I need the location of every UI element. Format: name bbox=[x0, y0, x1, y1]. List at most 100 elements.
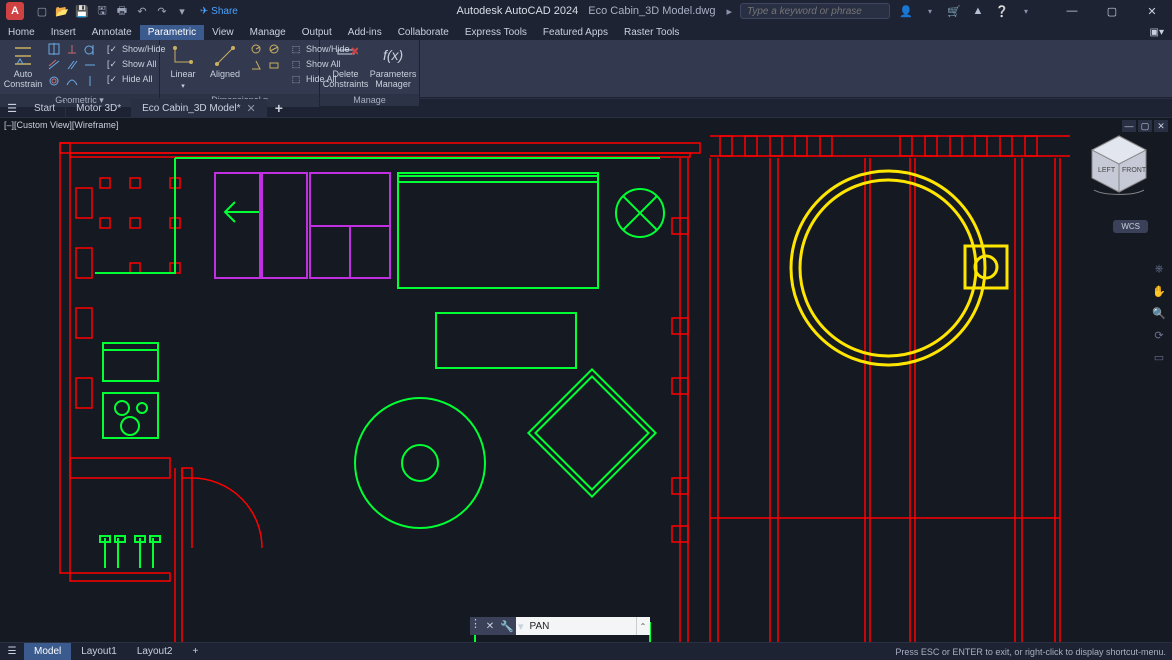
filetab-close-icon[interactable]: ✕ bbox=[247, 102, 256, 115]
qat-save-icon[interactable]: 💾 bbox=[74, 3, 90, 19]
drawing-canvas[interactable] bbox=[0, 118, 1172, 642]
tab-expresstools[interactable]: Express Tools bbox=[457, 25, 535, 40]
command-prompt-caret-icon: ▾ bbox=[516, 617, 526, 635]
delete-constraints-button[interactable]: Delete Constraints bbox=[324, 42, 367, 92]
search-caret-icon[interactable]: ▸ bbox=[726, 5, 732, 18]
vertical-icon[interactable] bbox=[82, 74, 98, 88]
aligned-label: Aligned bbox=[210, 70, 240, 80]
linear-button[interactable]: Linear ▾ bbox=[164, 42, 202, 92]
concentric-icon[interactable] bbox=[46, 74, 62, 88]
navigation-bar: ⎈ ✋ 🔍 ⟳ ▭ bbox=[1148, 260, 1170, 366]
horizontal-icon[interactable] bbox=[82, 58, 98, 72]
filetab-start-label: Start bbox=[34, 103, 55, 114]
wcs-badge[interactable]: WCS bbox=[1113, 220, 1148, 233]
tab-view[interactable]: View bbox=[204, 25, 242, 40]
status-bar: ☰ Model Layout1 Layout2 + Press ESC or E… bbox=[0, 642, 1172, 660]
layer-windows bbox=[215, 173, 390, 278]
viewport-close-button[interactable]: ✕ bbox=[1154, 120, 1168, 132]
tab-output[interactable]: Output bbox=[294, 25, 340, 40]
viewcube[interactable]: LEFT FRONT bbox=[1084, 130, 1154, 200]
qat-new-icon[interactable]: ▢ bbox=[34, 3, 50, 19]
filetab-motor3d[interactable]: Motor 3D* bbox=[66, 99, 132, 117]
dim-convert-icon[interactable] bbox=[266, 58, 282, 72]
filetab-add-button[interactable]: + bbox=[267, 100, 291, 116]
title-text: Autodesk AutoCAD 2024 Eco Cabin_3D Model… bbox=[457, 5, 716, 17]
maximize-button[interactable]: ▢ bbox=[1092, 0, 1132, 22]
tab-insert[interactable]: Insert bbox=[43, 25, 84, 40]
command-history-dropdown[interactable]: ⌃ bbox=[636, 617, 650, 635]
filetabs-menu-icon[interactable]: ☰ bbox=[0, 102, 24, 115]
showhide-icon: [✓ bbox=[106, 43, 118, 55]
qat-saveas-icon[interactable]: 🖫 bbox=[94, 3, 110, 19]
parallel-icon[interactable] bbox=[64, 58, 80, 72]
signin-caret-icon[interactable]: ▾ bbox=[922, 3, 938, 19]
nav-showmotion-icon[interactable]: ▭ bbox=[1150, 348, 1168, 366]
dim-showall-icon: ⬚ bbox=[290, 58, 302, 70]
tab-featuredapps[interactable]: Featured Apps bbox=[535, 25, 616, 40]
perpendicular-icon[interactable] bbox=[64, 42, 80, 56]
smooth-icon[interactable] bbox=[64, 74, 80, 88]
command-input[interactable] bbox=[526, 617, 636, 635]
layouttabs-menu-icon[interactable]: ☰ bbox=[0, 646, 24, 657]
qat-open-icon[interactable]: 📂 bbox=[54, 3, 70, 19]
auto-constrain-button[interactable]: Auto Constrain bbox=[4, 42, 42, 92]
dim-constraints-grid bbox=[248, 42, 282, 72]
qat-redo-icon[interactable]: ↷ bbox=[154, 3, 170, 19]
dim-radius-icon[interactable] bbox=[248, 42, 264, 56]
auto-constrain-label: Auto Constrain bbox=[4, 70, 43, 90]
layer-furniture bbox=[95, 158, 664, 642]
tab-manage[interactable]: Manage bbox=[242, 25, 294, 40]
aligned-button[interactable]: Aligned bbox=[206, 42, 244, 82]
tab-rastertools[interactable]: Raster Tools bbox=[616, 25, 687, 40]
geo-showhide-label: Show/Hide bbox=[122, 44, 166, 54]
minimize-button[interactable]: — bbox=[1052, 0, 1092, 22]
qat-plot-icon[interactable]: 🖶 bbox=[114, 3, 130, 19]
nav-orbit-icon[interactable]: ⟳ bbox=[1150, 326, 1168, 344]
tab-home[interactable]: Home bbox=[0, 25, 43, 40]
coincident-icon[interactable] bbox=[46, 42, 62, 56]
parameters-manager-label: Parameters Manager bbox=[370, 70, 417, 90]
close-button[interactable]: ✕ bbox=[1132, 0, 1172, 22]
layout-tab-model[interactable]: Model bbox=[24, 643, 71, 660]
app-store-icon[interactable]: 🛒 bbox=[946, 3, 962, 19]
tab-addins[interactable]: Add-ins bbox=[340, 25, 390, 40]
viewport-label[interactable]: [–][Custom View][Wireframe] bbox=[4, 120, 118, 130]
layout-tab-add[interactable]: + bbox=[182, 643, 208, 660]
dim-angular-icon[interactable] bbox=[248, 58, 264, 72]
nav-pan-icon[interactable]: ✋ bbox=[1150, 282, 1168, 300]
tangent-icon[interactable] bbox=[82, 42, 98, 56]
search-input[interactable] bbox=[740, 3, 890, 19]
share-button[interactable]: ✈ Share bbox=[200, 6, 238, 17]
signin-icon[interactable]: 👤 bbox=[898, 3, 914, 19]
layer-walls bbox=[60, 136, 1070, 642]
ribbon-collapse-icon[interactable]: ▣▾ bbox=[1142, 25, 1172, 40]
quick-access-toolbar: ▢ 📂 💾 🖫 🖶 ↶ ↷ ▾ ✈ Share bbox=[34, 3, 238, 19]
qat-dropdown-icon[interactable]: ▾ bbox=[174, 3, 190, 19]
layout-tab-layout2[interactable]: Layout2 bbox=[127, 643, 183, 660]
filetab-ecocabin[interactable]: Eco Cabin_3D Model*✕ bbox=[132, 99, 267, 117]
command-close-icon[interactable]: ✕ bbox=[482, 617, 498, 635]
nav-wheel-icon[interactable]: ⎈ bbox=[1150, 260, 1168, 278]
title-bar: A ▢ 📂 💾 🖫 🖶 ↶ ↷ ▾ ✈ Share Autodesk AutoC… bbox=[0, 0, 1172, 22]
linear-caret-icon: ▾ bbox=[181, 82, 185, 90]
autodesk-icon[interactable]: ▲ bbox=[970, 3, 986, 19]
command-drag-handle[interactable]: ⋮⋮ bbox=[470, 617, 482, 635]
nav-zoom-icon[interactable]: 🔍 bbox=[1150, 304, 1168, 322]
qat-undo-icon[interactable]: ↶ bbox=[134, 3, 150, 19]
command-wrench-icon[interactable]: 🔧 bbox=[498, 617, 516, 635]
help-caret-icon[interactable]: ▾ bbox=[1018, 3, 1034, 19]
parameters-manager-button[interactable]: f(x) Parameters Manager bbox=[371, 42, 415, 92]
tab-parametric[interactable]: Parametric bbox=[140, 25, 204, 40]
viewcube-front-label: FRONT bbox=[1122, 167, 1147, 174]
panel-dimensional: Linear ▾ Aligned ⬚Show/Hide ⬚Show All ⬚H… bbox=[160, 40, 320, 97]
help-icon[interactable]: ❔ bbox=[994, 3, 1010, 19]
layout-tab-layout1[interactable]: Layout1 bbox=[71, 643, 127, 660]
filetab-start[interactable]: Start bbox=[24, 99, 66, 117]
viewcube-left-label: LEFT bbox=[1098, 167, 1116, 174]
tab-annotate[interactable]: Annotate bbox=[84, 25, 140, 40]
tab-collaborate[interactable]: Collaborate bbox=[390, 25, 457, 40]
panel-geometric: Auto Constrain [✓Show/Hide [✓Show All [✓… bbox=[0, 40, 160, 97]
dim-diameter-icon[interactable] bbox=[266, 42, 282, 56]
collinear-icon[interactable] bbox=[46, 58, 62, 72]
app-icon[interactable]: A bbox=[6, 2, 24, 20]
